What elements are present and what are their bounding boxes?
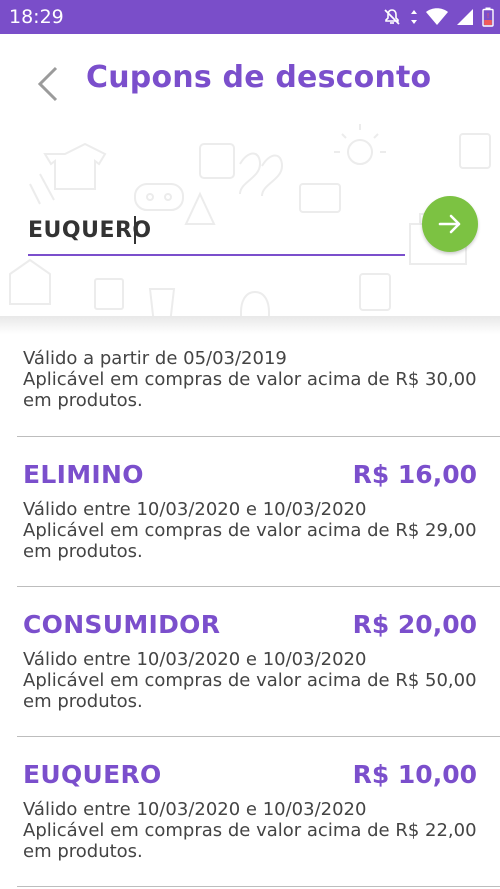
text-cursor: [134, 216, 136, 244]
mute-icon: [384, 9, 400, 25]
page-title: Cupons de desconto: [86, 60, 432, 95]
svg-text:!: !: [487, 12, 490, 20]
list-divider: [17, 436, 500, 437]
coupon-condition-cont: em produtos.: [23, 841, 143, 862]
coupon-amount: R$ 10,00: [352, 760, 477, 789]
coupon-condition-cont: em produtos.: [23, 541, 143, 562]
coupon-amount: R$ 16,00: [352, 460, 477, 489]
coupon-condition-cont: em produtos.: [23, 691, 143, 712]
list-divider: [17, 736, 500, 737]
coupon-list[interactable]: Válido a partir de 05/03/2019 Aplicável …: [0, 334, 500, 889]
status-icons: !: [382, 6, 494, 28]
data-arrows-icon: [411, 10, 417, 24]
list-divider: [17, 886, 500, 887]
back-button[interactable]: [30, 64, 70, 104]
coupon-code: CONSUMIDOR: [23, 610, 221, 639]
list-top-shadow: [0, 316, 500, 334]
coupon-code: EUQUERO: [23, 760, 162, 789]
coupon-validity: Válido entre 10/03/2020 e 10/03/2020: [23, 499, 367, 520]
apply-coupon-button[interactable]: [422, 196, 478, 252]
status-time: 18:29: [9, 6, 64, 28]
battery-icon: !: [482, 7, 494, 27]
arrow-right-icon: [438, 214, 461, 234]
coupon-condition-cont: em produtos.: [23, 390, 143, 411]
coupon-header: Cupons de desconto: [0, 34, 500, 334]
coupon-validity: Válido entre 10/03/2020 e 10/03/2020: [23, 649, 367, 670]
coupon-code-input[interactable]: [28, 210, 405, 250]
list-divider: [17, 586, 500, 587]
coupon-amount: R$ 20,00: [352, 610, 477, 639]
signal-icon: [457, 9, 473, 25]
coupon-validity: Válido a partir de 05/03/2019: [23, 348, 287, 369]
chevron-left-icon: [37, 66, 58, 102]
coupon-code: ELIMINO: [23, 460, 144, 489]
coupon-condition: Aplicável em compras de valor acima de R…: [23, 369, 477, 390]
coupon-condition: Aplicável em compras de valor acima de R…: [23, 820, 477, 841]
coupon-condition: Aplicável em compras de valor acima de R…: [23, 670, 477, 691]
coupon-condition: Aplicável em compras de valor acima de R…: [23, 520, 477, 541]
status-bar: 18:29 !: [0, 0, 500, 34]
coupon-validity: Válido entre 10/03/2020 e 10/03/2020: [23, 799, 367, 820]
coupon-code-field[interactable]: [28, 210, 405, 256]
wifi-icon: [426, 8, 448, 25]
